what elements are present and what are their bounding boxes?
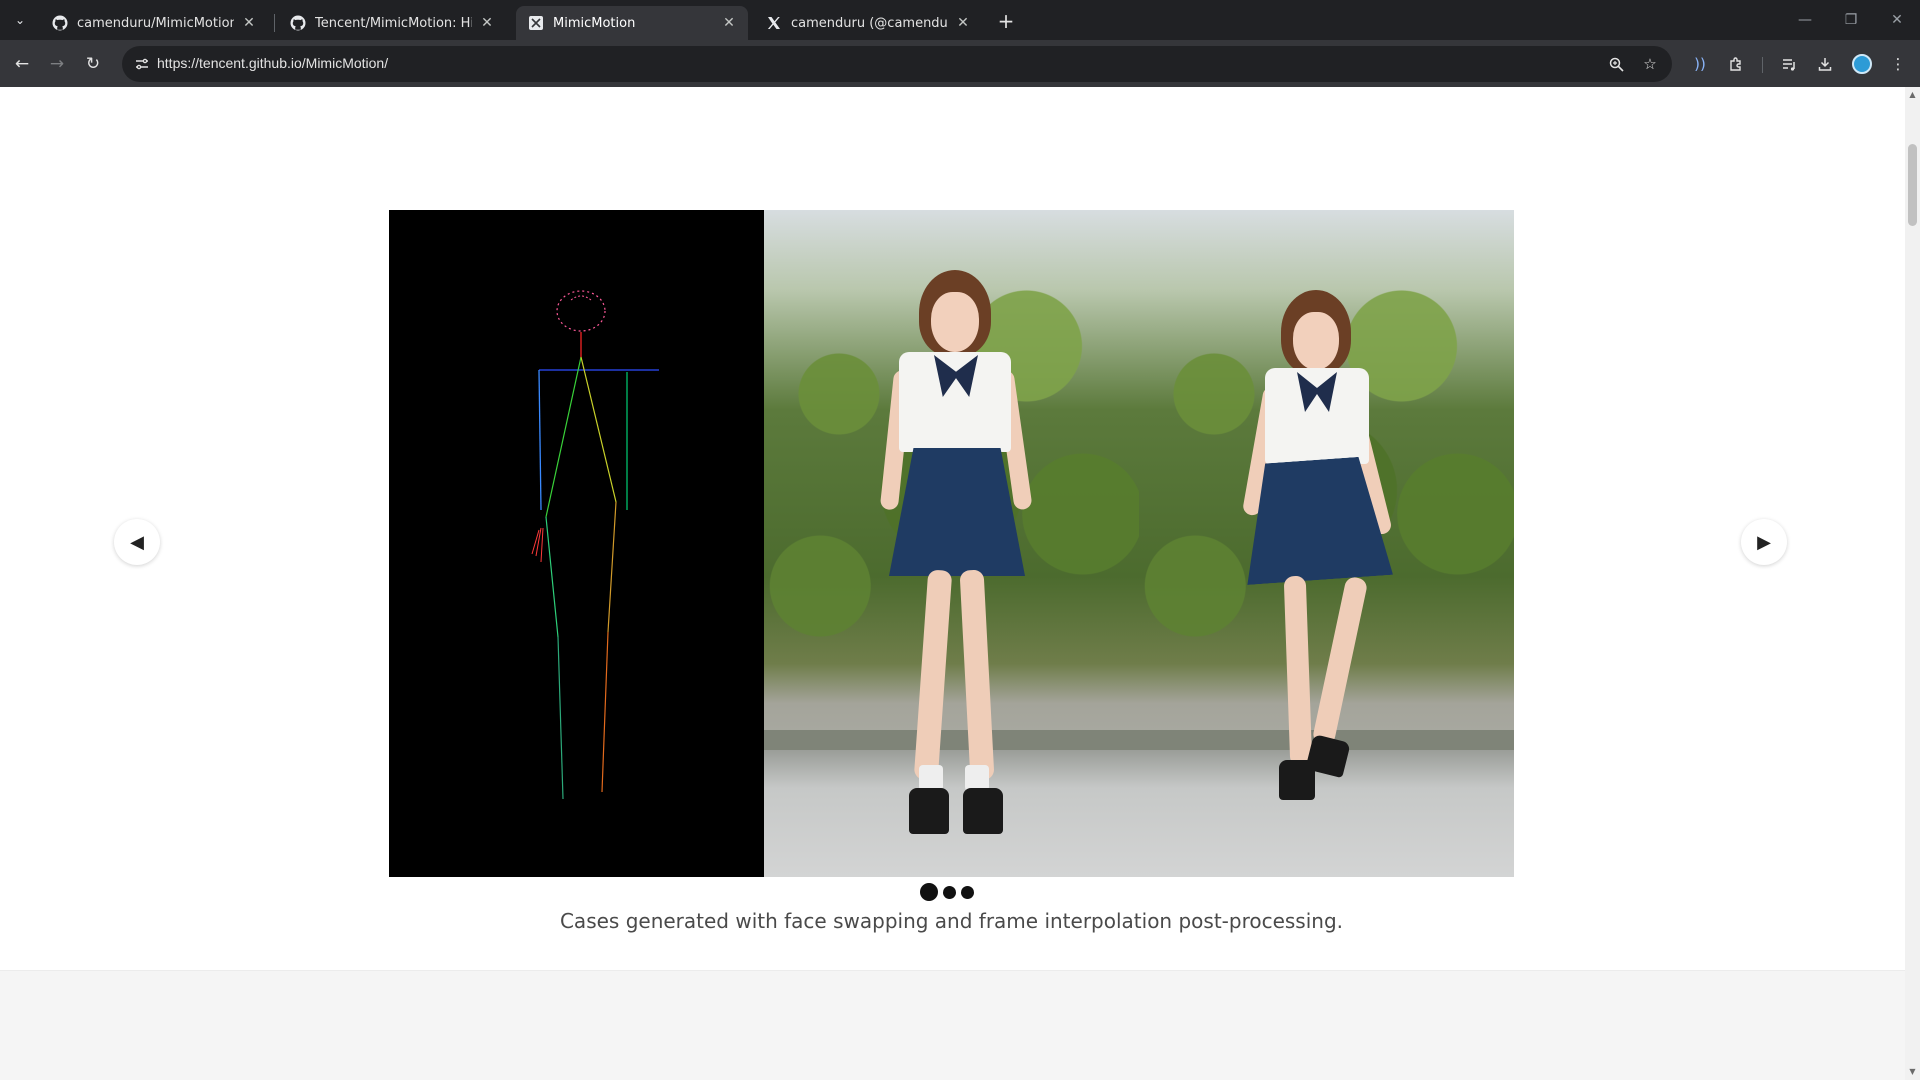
close-icon[interactable]: ✕ xyxy=(240,14,258,32)
scroll-thumb[interactable] xyxy=(1908,144,1917,226)
kebab-menu-icon[interactable]: ⋮ xyxy=(1885,51,1911,77)
extensions-icon[interactable] xyxy=(1723,51,1749,77)
reload-icon: ↻ xyxy=(85,54,101,74)
skirt xyxy=(889,448,1025,576)
next-section xyxy=(0,970,1905,1080)
tab-title: MimicMotion xyxy=(553,15,636,31)
person-figure xyxy=(879,270,1033,870)
left-shoe xyxy=(909,788,949,834)
right-leg xyxy=(959,569,995,781)
close-icon[interactable]: ✕ xyxy=(478,14,496,32)
browser-toolbar: ← → ↻ https://tencent.github.io/MimicMot… xyxy=(0,40,1920,87)
address-bar[interactable]: https://tencent.github.io/MimicMotion/ ☆ xyxy=(122,46,1672,82)
minimize-button[interactable]: — xyxy=(1782,0,1828,40)
site-info-icon[interactable] xyxy=(132,54,152,74)
x-icon xyxy=(766,15,782,31)
carousel-caption: Cases generated with face swapping and f… xyxy=(559,909,1344,933)
profile-avatar[interactable] xyxy=(1852,54,1872,74)
page-content: ◀ ▶ Cases generated with face swapping a… xyxy=(0,87,1905,1080)
tab-mimicmotion-jupyter[interactable]: camenduru/MimicMotion-jupyter ✕ xyxy=(40,6,268,40)
url-text[interactable]: https://tencent.github.io/MimicMotion/ xyxy=(157,55,388,71)
left-leg xyxy=(1283,575,1313,767)
close-window-button[interactable]: ✕ xyxy=(1874,0,1920,40)
caret-left-icon: ◀ xyxy=(130,531,144,553)
minimize-icon: — xyxy=(1798,12,1812,28)
page-scrollbar[interactable]: ▲ ▼ xyxy=(1905,87,1920,1080)
tab-search-button[interactable]: ⌄ xyxy=(8,8,32,32)
restore-button[interactable]: ❐ xyxy=(1828,0,1874,40)
tab-mimicmotion[interactable]: MimicMotion ✕ xyxy=(516,6,748,40)
toolbar-separator xyxy=(1762,57,1763,73)
tab-tencent-mimicmotion[interactable]: Tencent/MimicMotion: High-Quality ✕ xyxy=(278,6,506,40)
media-control-icon[interactable] xyxy=(1776,51,1802,77)
right-shoe xyxy=(963,788,1003,834)
reference-image-panel xyxy=(764,210,1139,877)
shirt xyxy=(1265,368,1369,464)
tab-title: Tencent/MimicMotion: High-Quality xyxy=(315,15,472,31)
carousel-pagination xyxy=(920,881,974,903)
carousel-prev-button[interactable]: ◀ xyxy=(114,519,160,565)
generated-video-panel[interactable] xyxy=(1139,210,1514,877)
arrow-left-icon: ← xyxy=(14,54,30,74)
back-button[interactable]: ← xyxy=(8,50,36,78)
pagination-dot[interactable] xyxy=(943,885,956,899)
bookmark-star-icon[interactable]: ☆ xyxy=(1640,54,1660,74)
scroll-down-icon[interactable]: ▼ xyxy=(1908,1067,1917,1076)
arrow-right-icon: → xyxy=(49,54,65,74)
tab-camenduru-x[interactable]: camenduru (@camenduru) / X ✕ xyxy=(754,6,982,40)
video-carousel xyxy=(389,210,1514,877)
carousel-next-button[interactable]: ▶ xyxy=(1741,519,1787,565)
caret-right-icon: ▶ xyxy=(1757,531,1771,553)
pose-skeleton-panel xyxy=(389,210,764,877)
pagination-dot[interactable] xyxy=(961,885,974,899)
tab-title: camenduru/MimicMotion-jupyter xyxy=(77,15,234,31)
github-icon xyxy=(52,15,68,31)
close-icon: ✕ xyxy=(1891,12,1903,28)
left-leg xyxy=(913,569,953,781)
right-leg xyxy=(1311,575,1369,747)
scroll-up-icon[interactable]: ▲ xyxy=(1908,90,1917,99)
pose-skeleton-icon xyxy=(531,290,659,800)
tab-strip: ⌄ camenduru/MimicMotion-jupyter ✕ Tencen… xyxy=(0,0,1920,40)
person-figure xyxy=(1239,290,1389,850)
reload-button[interactable]: ↻ xyxy=(79,50,107,78)
tab-title: camenduru (@camenduru) / X xyxy=(791,15,948,31)
pagination-dot-active[interactable] xyxy=(920,883,938,901)
download-icon[interactable] xyxy=(1812,51,1838,77)
shirt xyxy=(899,352,1011,452)
close-icon[interactable]: ✕ xyxy=(720,14,738,32)
tab-separator xyxy=(274,14,275,32)
face xyxy=(1293,312,1339,370)
read-aloud-icon[interactable]: )) xyxy=(1687,51,1713,77)
close-icon[interactable]: ✕ xyxy=(954,14,972,32)
chevron-down-icon: ⌄ xyxy=(14,13,26,27)
zoom-icon[interactable] xyxy=(1606,54,1626,74)
face xyxy=(931,292,979,352)
forward-button[interactable]: → xyxy=(43,50,71,78)
restore-icon: ❐ xyxy=(1844,12,1858,28)
github-icon xyxy=(290,15,306,31)
site-favicon-icon xyxy=(528,15,544,31)
new-tab-button[interactable]: + xyxy=(992,7,1020,35)
